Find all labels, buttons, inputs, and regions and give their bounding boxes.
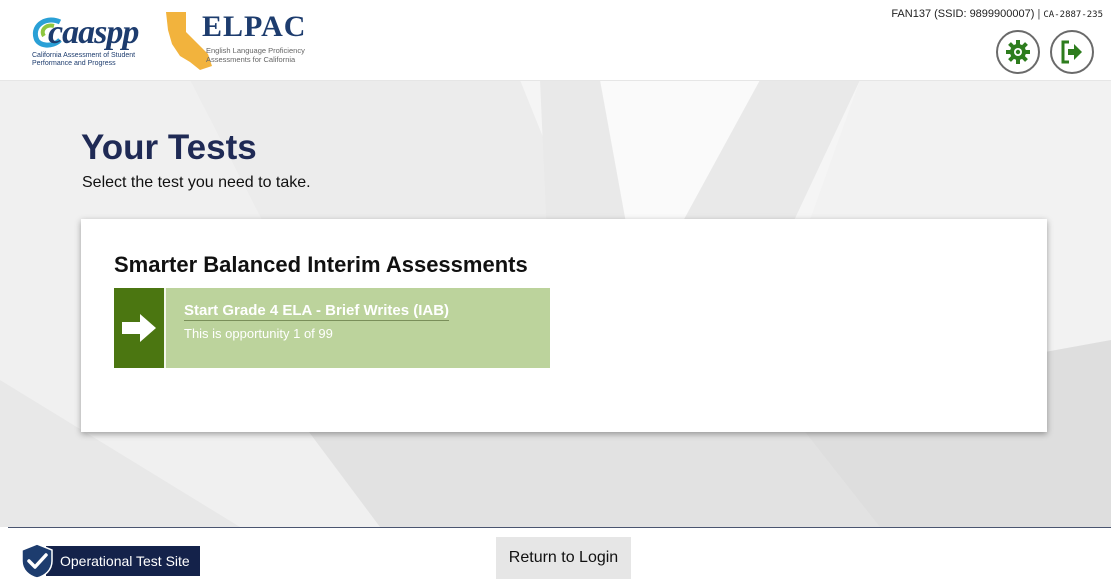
test-name[interactable]: Start Grade 4 ELA - Brief Writes (IAB) [184, 302, 450, 321]
session-code: CA-2887-235 [1043, 10, 1103, 20]
start-test-button[interactable]: Start Grade 4 ELA - Brief Writes (IAB) T… [114, 288, 550, 368]
test-site-label: Operational Test Site [46, 546, 200, 576]
elpac-logo: ELPAC English Language Proficiency Asses… [160, 10, 330, 70]
app-footer: Operational Test Site Return to Login [0, 528, 1111, 580]
page-title: Your Tests [81, 128, 257, 167]
caaspp-logo-subtitle: California Assessment of Student Perform… [32, 52, 136, 67]
app-header: caaspp California Assessment of Student … [0, 0, 1111, 81]
arrow-right-icon [122, 314, 156, 342]
caaspp-logo-text: caaspp [48, 14, 139, 51]
user-id: FAN137 (SSID: 9899900007) [891, 8, 1035, 20]
shield-check-icon [21, 543, 53, 579]
user-info: FAN137 (SSID: 9899900007) | CA-2887-235 [891, 8, 1103, 20]
logout-button[interactable] [1050, 30, 1094, 74]
test-button-text: Start Grade 4 ELA - Brief Writes (IAB) T… [166, 288, 450, 368]
logout-icon [1061, 40, 1082, 64]
return-to-login-button[interactable]: Return to Login [496, 537, 631, 579]
test-group-heading: Smarter Balanced Interim Assessments [114, 252, 528, 277]
elpac-logo-subtitle: English Language Proficiency Assessments… [206, 46, 305, 64]
gear-icon [1006, 40, 1030, 64]
test-arrow-box [114, 288, 164, 368]
test-site-badge: Operational Test Site [20, 543, 200, 579]
caaspp-logo: caaspp California Assessment of Student … [30, 14, 160, 74]
test-opportunity: This is opportunity 1 of 99 [184, 326, 333, 341]
page-subtitle: Select the test you need to take. [82, 174, 311, 191]
settings-button[interactable] [996, 30, 1040, 74]
separator: | [1037, 8, 1041, 20]
test-group-card: Smarter Balanced Interim Assessments Sta… [81, 219, 1047, 432]
elpac-logo-text: ELPAC [202, 10, 307, 43]
